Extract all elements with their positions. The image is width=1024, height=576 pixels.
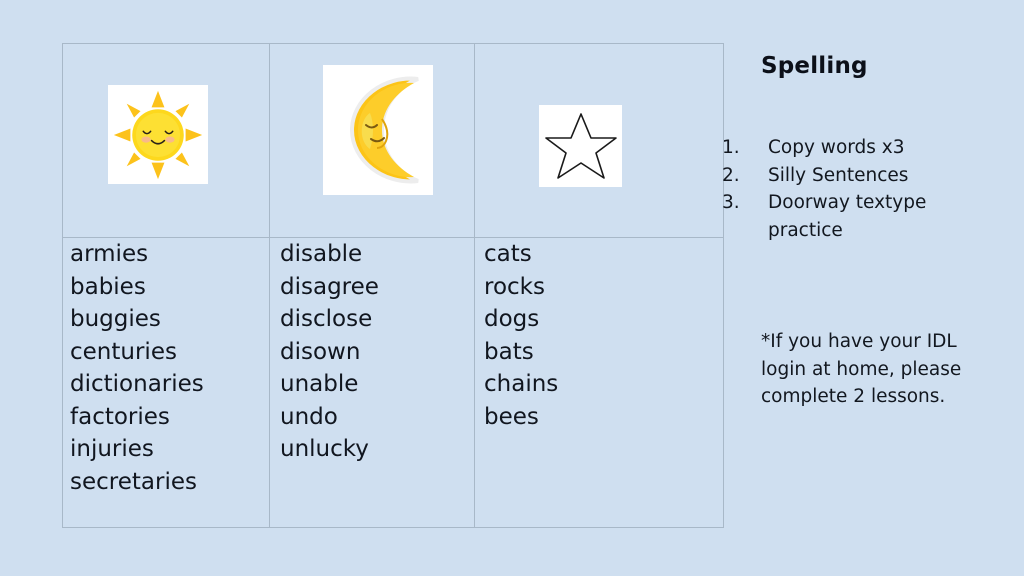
page-title: Spelling (761, 53, 868, 79)
list-item: undo (280, 403, 338, 430)
list-item: rocks (484, 273, 545, 300)
word-list-2: disable disagree disclose disown unable … (270, 238, 474, 466)
word-list-3: cats rocks dogs bats chains bees (475, 238, 723, 433)
list-item: buggies (70, 306, 161, 332)
list-item: disown (280, 338, 361, 365)
task-list: Copy words x3 Silly Sentences Doorway te… (722, 134, 972, 244)
task-list-item: Silly Sentences (722, 162, 909, 189)
list-item: armies (70, 241, 149, 267)
list-item: factories (70, 403, 170, 430)
list-item: unlucky (280, 436, 369, 462)
word-list-1: armies babies buggies centuries dictiona… (63, 238, 269, 498)
task-list-item: Doorway textype practice (722, 189, 927, 241)
list-item: disable (280, 241, 363, 267)
list-item: babies (70, 273, 146, 300)
list-item: injuries (70, 436, 154, 462)
star-image-cell (474, 43, 724, 238)
list-item: chains (484, 371, 559, 397)
spelling-word-table: armies babies buggies centuries dictiona… (62, 43, 724, 528)
list-item: unable (280, 371, 359, 397)
slide-canvas: armies babies buggies centuries dictiona… (0, 0, 1024, 576)
list-item: centuries (70, 338, 177, 365)
word-column-1: armies babies buggies centuries dictiona… (62, 237, 270, 528)
list-item: secretaries (70, 468, 197, 495)
word-column-2: disable disagree disclose disown unable … (269, 237, 475, 528)
list-item: bees (484, 403, 539, 430)
table-row-words: armies babies buggies centuries dictiona… (62, 237, 724, 528)
list-item: bats (484, 338, 534, 365)
word-column-3: cats rocks dogs bats chains bees (474, 237, 724, 528)
list-item: dictionaries (70, 371, 204, 397)
idl-note: *If you have your IDL login at home, ple… (761, 331, 962, 407)
list-item: disagree (280, 273, 379, 300)
sun-icon (108, 85, 208, 184)
list-item: disclose (280, 306, 373, 332)
spelling-panel: Spelling Copy words x3 Silly Sentences D… (722, 52, 1013, 407)
sun-image-cell (62, 43, 270, 238)
star-icon (539, 105, 622, 187)
task-list-item: Copy words x3 (722, 134, 905, 161)
moon-image-cell (269, 43, 475, 238)
moon-icon (323, 65, 433, 195)
table-row-images (62, 43, 724, 238)
list-item: dogs (484, 306, 540, 332)
list-item: cats (484, 241, 532, 267)
